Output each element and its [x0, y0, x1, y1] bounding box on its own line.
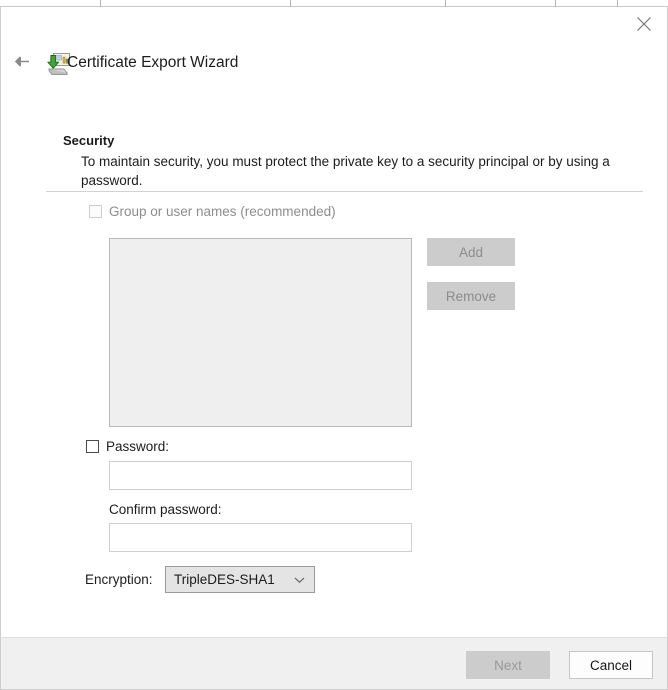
background-window-tick	[445, 0, 446, 7]
back-button[interactable]	[6, 50, 36, 78]
password-checkbox[interactable]	[86, 440, 99, 453]
wizard-footer: Next Cancel	[1, 637, 667, 689]
title-bar	[1, 8, 667, 46]
add-button[interactable]: Add	[427, 238, 515, 266]
encryption-selected-value: TripleDES-SHA1	[174, 572, 275, 587]
background-window-edge-strip	[0, 0, 668, 7]
group-or-user-names-label: Group or user names (recommended)	[109, 204, 336, 219]
group-or-user-names-checkbox[interactable]	[89, 205, 102, 218]
encryption-dropdown[interactable]: TripleDES-SHA1	[165, 566, 315, 593]
back-arrow-icon	[13, 54, 30, 74]
wizard-page-content: Security To maintain security, you must …	[1, 100, 667, 636]
confirm-password-input[interactable]	[109, 523, 412, 552]
password-label: Password:	[106, 439, 170, 454]
encryption-label: Encryption:	[85, 572, 153, 587]
remove-button[interactable]: Remove	[427, 282, 515, 310]
confirm-password-label: Confirm password:	[109, 502, 222, 517]
close-icon	[636, 16, 652, 32]
password-checkbox-row[interactable]: Password:	[86, 439, 169, 454]
close-button[interactable]	[621, 8, 667, 40]
background-window-tick	[555, 0, 556, 7]
next-button[interactable]: Next	[466, 651, 550, 679]
background-window-tick	[617, 0, 618, 7]
group-or-user-names-listbox[interactable]	[109, 238, 412, 427]
header-divider	[46, 191, 643, 192]
page-heading: Security	[63, 133, 115, 148]
page-description: To maintain security, you must protect t…	[81, 154, 610, 188]
certificate-export-wizard-window: Certificate Export Wizard Security To ma…	[0, 0, 668, 690]
group-or-user-names-checkbox-row[interactable]: Group or user names (recommended)	[89, 204, 336, 219]
password-input[interactable]	[109, 461, 412, 490]
background-window-tick	[100, 0, 101, 7]
page-title: Certificate Export Wizard	[67, 54, 239, 71]
wizard-header: Certificate Export Wizard	[0, 46, 668, 86]
chevron-down-icon	[294, 576, 314, 584]
cancel-button[interactable]: Cancel	[569, 651, 653, 679]
background-window-tick	[290, 0, 291, 7]
